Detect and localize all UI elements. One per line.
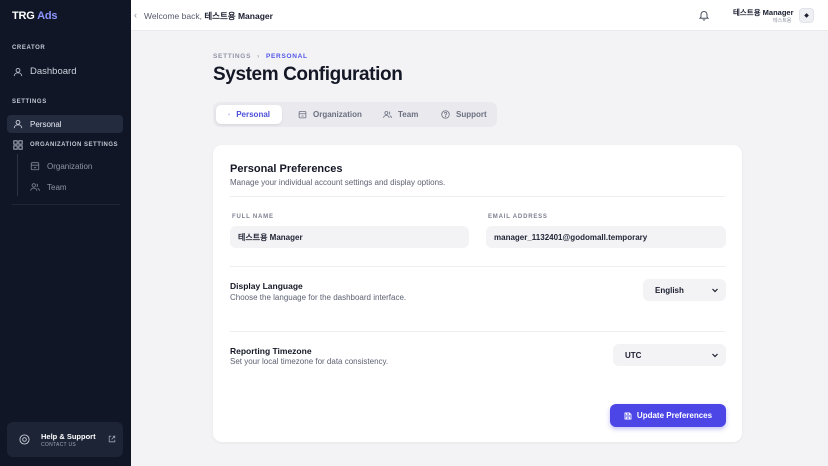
tab-organization[interactable]: Organization [286,105,374,124]
tab-personal[interactable]: Personal [216,105,282,124]
full-name-field[interactable]: 테스트용 Manager [230,226,469,248]
sidebar-item-personal[interactable]: Personal [13,119,62,129]
submenu-rail [17,154,18,196]
section-label-creator: CREATOR [12,45,46,51]
sidebar-item-label: Dashboard [30,66,77,77]
email-label: EMAIL ADDRESS [488,214,548,220]
language-select[interactable]: English [643,279,726,301]
email-field[interactable]: manager_1132401@godomall.temporary [486,226,726,248]
card-subtitle: Manage your individual account settings … [230,178,446,187]
breadcrumb: SETTINGS › PERSONAL [213,53,308,60]
breadcrumb-current: PERSONAL [265,53,308,60]
settings-tabs: Personal Organization Team Support [213,102,497,127]
tab-label: Organization [313,110,362,119]
tab-support[interactable]: Support [429,105,499,124]
chevron-down-icon [712,353,718,358]
update-preferences-label: Update Preferences [636,411,713,420]
user-icon [228,113,231,116]
brand-accent: Ads [37,10,58,22]
user-role: 테스트용 [773,18,792,24]
building-icon [298,111,307,119]
tab-label: Support [456,110,487,119]
help-subtitle: CONTACT US [41,442,77,448]
chevron-down-icon [712,288,718,293]
save-icon [624,412,632,419]
breadcrumb-root[interactable]: SETTINGS [213,53,251,60]
timezone-subtitle: Set your local timezone for data consist… [230,357,389,366]
bell-icon[interactable] [698,9,710,21]
sidebar-item-team[interactable]: Team [30,182,67,192]
sidebar-item-label: ORGANIZATION SETTINGS [30,142,119,148]
sidebar-divider [12,204,120,205]
sidebar-item-organization-settings[interactable]: ORGANIZATION SETTINGS [13,140,118,150]
help-circle-icon [19,434,30,445]
user-icon [13,119,23,129]
tab-team[interactable]: Team [371,105,430,124]
page-title: System Configuration [213,64,403,85]
building-icon [30,162,40,171]
grid-icon [13,140,23,150]
brand-name: TRG [12,10,35,22]
update-preferences-button[interactable]: Update Preferences [610,404,726,427]
language-title: Display Language [230,281,303,291]
full-name-label: FULL NAME [232,214,274,220]
collapse-sidebar-icon[interactable]: ‹ [134,10,137,20]
brand-logo[interactable]: TRG Ads [12,10,57,22]
language-select-value: English [655,285,684,295]
help-circle-icon [441,110,450,119]
divider [230,331,725,332]
sidebar-item-label: Organization [47,161,93,171]
sidebar-item-dashboard[interactable]: Dashboard [13,66,76,77]
chevron-right-icon: › [257,53,260,60]
sidebar-item-label: Team [47,182,67,192]
tab-label: Team [398,110,419,119]
users-icon [383,111,392,118]
sidebar-item-organization[interactable]: Organization [30,161,92,171]
divider [230,196,725,197]
welcome-message: Welcome back, 테스트용 Manager [144,10,273,22]
timezone-select-value: UTC [625,350,642,360]
help-title: Help & Support [41,432,96,441]
user-icon [13,67,23,76]
welcome-name: 테스트용 Manager [204,11,273,21]
section-label-settings: SETTINGS [12,99,47,105]
avatar[interactable]: ◆ [799,8,814,23]
sidebar-item-label: Personal [30,119,62,129]
top-bar: ‹ Welcome back, 테스트용 Manager 테스트용 Manage… [131,0,828,31]
tab-label: Personal [236,110,270,119]
welcome-prefix: Welcome back, [144,11,202,21]
help-support-card[interactable]: Help & Support CONTACT US [7,422,123,457]
card-title: Personal Preferences [230,163,343,175]
timezone-title: Reporting Timezone [230,346,312,356]
users-icon [30,183,40,191]
language-subtitle: Choose the language for the dashboard in… [230,293,407,302]
sidebar: TRG Ads CREATOR Dashboard SETTINGS Perso… [0,0,131,466]
timezone-select[interactable]: UTC [613,344,726,366]
external-link-icon [108,435,116,443]
personal-preferences-card: Personal Preferences Manage your individ… [213,145,742,442]
divider [230,266,725,267]
